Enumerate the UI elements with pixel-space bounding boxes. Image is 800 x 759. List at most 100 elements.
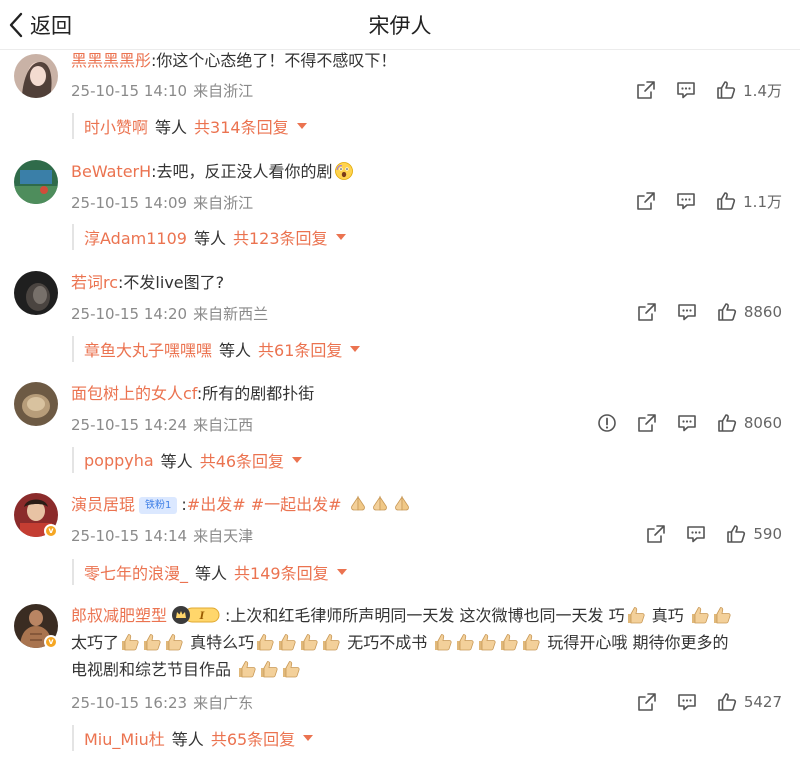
thumbs-up-emoji-icon — [164, 632, 184, 652]
comment-button[interactable] — [676, 301, 698, 323]
comment-location: 来自天津 — [193, 527, 254, 545]
share-button[interactable] — [636, 691, 658, 713]
reply-count[interactable]: 共123条回复 — [233, 225, 328, 249]
comment-time: 25-10-15 16:23 — [71, 694, 188, 712]
reply-summary[interactable]: Miu_Miu杜 等人 共65条回复 — [72, 725, 314, 751]
thumbs-up-emoji-icon — [299, 632, 319, 652]
reply-summary[interactable]: poppyha 等人 共46条回复 — [72, 447, 303, 473]
comment-button[interactable] — [685, 523, 707, 545]
hashtag-link[interactable]: #出发# — [187, 495, 246, 514]
share-icon — [645, 523, 667, 545]
like-button[interactable]: 5427 — [716, 691, 782, 713]
reply-username[interactable]: 零七年的浪漫_ — [84, 560, 188, 584]
comment-button[interactable] — [676, 412, 698, 434]
comment-icon — [675, 190, 697, 212]
comment-text: :你这个心态绝了！不得不感叹下！ — [151, 51, 397, 70]
hashtag-link[interactable]: #一起出发# — [251, 495, 342, 514]
like-button[interactable]: 1.1万 — [715, 190, 782, 212]
comment-icon — [675, 79, 697, 101]
comment-text: 玩得开心哦 期待你更多的 — [547, 633, 729, 652]
comment-username[interactable]: BeWaterH — [71, 162, 151, 181]
comment-location: 来自浙江 — [193, 82, 254, 100]
comment-username[interactable]: 演员居琨 — [71, 495, 135, 514]
like-button[interactable]: 8060 — [716, 412, 782, 434]
reply-username[interactable]: Miu_Miu杜 — [84, 726, 165, 750]
avatar[interactable] — [14, 382, 58, 426]
shocked-face-emoji-icon — [334, 161, 354, 181]
share-icon — [636, 691, 658, 713]
share-button[interactable] — [636, 301, 658, 323]
comment-button[interactable] — [675, 190, 697, 212]
comment-actions: 1.1万 — [617, 189, 782, 213]
comment-text: 电视剧和综艺节目作品 — [71, 660, 232, 679]
comment-username[interactable]: 黑黑黑黑彤 — [71, 51, 151, 70]
reply-summary[interactable]: 淳Adam1109 等人 共123条回复 — [72, 224, 346, 250]
avatar[interactable] — [14, 54, 58, 98]
reply-connector: 等人 — [193, 229, 226, 248]
report-button[interactable] — [596, 412, 618, 434]
comment-time: 25-10-15 14:24 — [71, 416, 188, 434]
caret-down-icon — [335, 234, 346, 240]
comment-meta: 25-10-15 16:23 来自广东 — [71, 692, 253, 713]
share-button[interactable] — [636, 412, 658, 434]
like-count: 5427 — [743, 693, 782, 711]
top-bar: 返回 宋伊人 — [0, 0, 800, 50]
share-icon — [635, 79, 657, 101]
reply-summary[interactable]: 时小赞啊 等人 共314条回复 — [72, 113, 307, 139]
avatar[interactable] — [14, 271, 58, 315]
verified-badge-icon: v — [44, 524, 58, 538]
reply-summary[interactable]: 章鱼大丸子嘿嘿嘿 等人 共61条回复 — [72, 336, 361, 362]
thumbs-up-emoji-icon — [455, 632, 475, 652]
share-button[interactable] — [635, 190, 657, 212]
thumbs-up-icon — [716, 301, 738, 323]
comment-username[interactable]: 若词rc — [71, 273, 118, 292]
reply-count[interactable]: 共314条回复 — [194, 114, 289, 138]
svg-text:I: I — [199, 611, 205, 622]
share-button[interactable] — [635, 79, 657, 101]
reply-count[interactable]: 共46条回复 — [200, 448, 284, 472]
share-icon — [635, 190, 657, 212]
comment-button[interactable] — [676, 691, 698, 713]
reply-count[interactable]: 共65条回复 — [211, 726, 295, 750]
thumbs-up-emoji-icon — [690, 605, 710, 625]
share-button[interactable] — [645, 523, 667, 545]
caret-down-icon — [296, 123, 307, 129]
reply-username[interactable]: 淳Adam1109 — [84, 225, 187, 249]
comment-location: 来自新西兰 — [193, 305, 269, 323]
thumbs-up-icon — [715, 79, 737, 101]
comment-item: 若词rc:不发live图了? 25-10-15 14:20 来自新西兰 8860 … — [0, 271, 800, 371]
pray-emoji-icon — [348, 494, 368, 514]
comment-actions: 5427 — [618, 690, 782, 714]
comment-username[interactable]: 郎叔减肥塑型 — [71, 606, 167, 625]
page-title: 宋伊人 — [368, 14, 432, 38]
thumbs-up-emoji-icon — [626, 605, 646, 625]
comment-button[interactable] — [675, 79, 697, 101]
comment-username[interactable]: 面包树上的女人cf — [71, 384, 197, 403]
like-button[interactable]: 590 — [725, 523, 782, 545]
comment-icon — [685, 523, 707, 545]
thumbs-up-icon — [716, 412, 738, 434]
comment-icon — [676, 301, 698, 323]
reply-summary[interactable]: 零七年的浪漫_ 等人 共149条回复 — [72, 559, 347, 585]
comment-item: v 郎叔减肥塑型 I:上次和红毛律师所声明同一天发 这次微博也同一天发 巧 真巧 … — [0, 604, 800, 759]
reply-username[interactable]: 章鱼大丸子嘿嘿嘿 — [84, 337, 212, 361]
comment-actions: 8060 — [578, 411, 782, 435]
reply-count[interactable]: 共61条回复 — [258, 337, 342, 361]
like-button[interactable]: 1.4万 — [715, 79, 782, 101]
caret-down-icon — [336, 569, 347, 575]
thumbs-up-emoji-icon — [142, 632, 162, 652]
comment-meta: 25-10-15 14:14 来自天津 — [71, 525, 253, 546]
thumbs-up-icon — [715, 190, 737, 212]
comment-text: :不发live图了? — [118, 273, 225, 292]
reply-username[interactable]: poppyha — [84, 451, 154, 470]
reply-username[interactable]: 时小赞啊 — [84, 114, 148, 138]
comment-time: 25-10-15 14:09 — [71, 194, 188, 212]
share-icon — [636, 412, 658, 434]
thumbs-up-emoji-icon — [277, 632, 297, 652]
comment-text: 无巧不成书 — [347, 633, 428, 652]
reply-count[interactable]: 共149条回复 — [234, 560, 329, 584]
avatar[interactable] — [14, 160, 58, 204]
pray-emoji-icon — [392, 494, 412, 514]
share-icon — [636, 301, 658, 323]
like-button[interactable]: 8860 — [716, 301, 782, 323]
